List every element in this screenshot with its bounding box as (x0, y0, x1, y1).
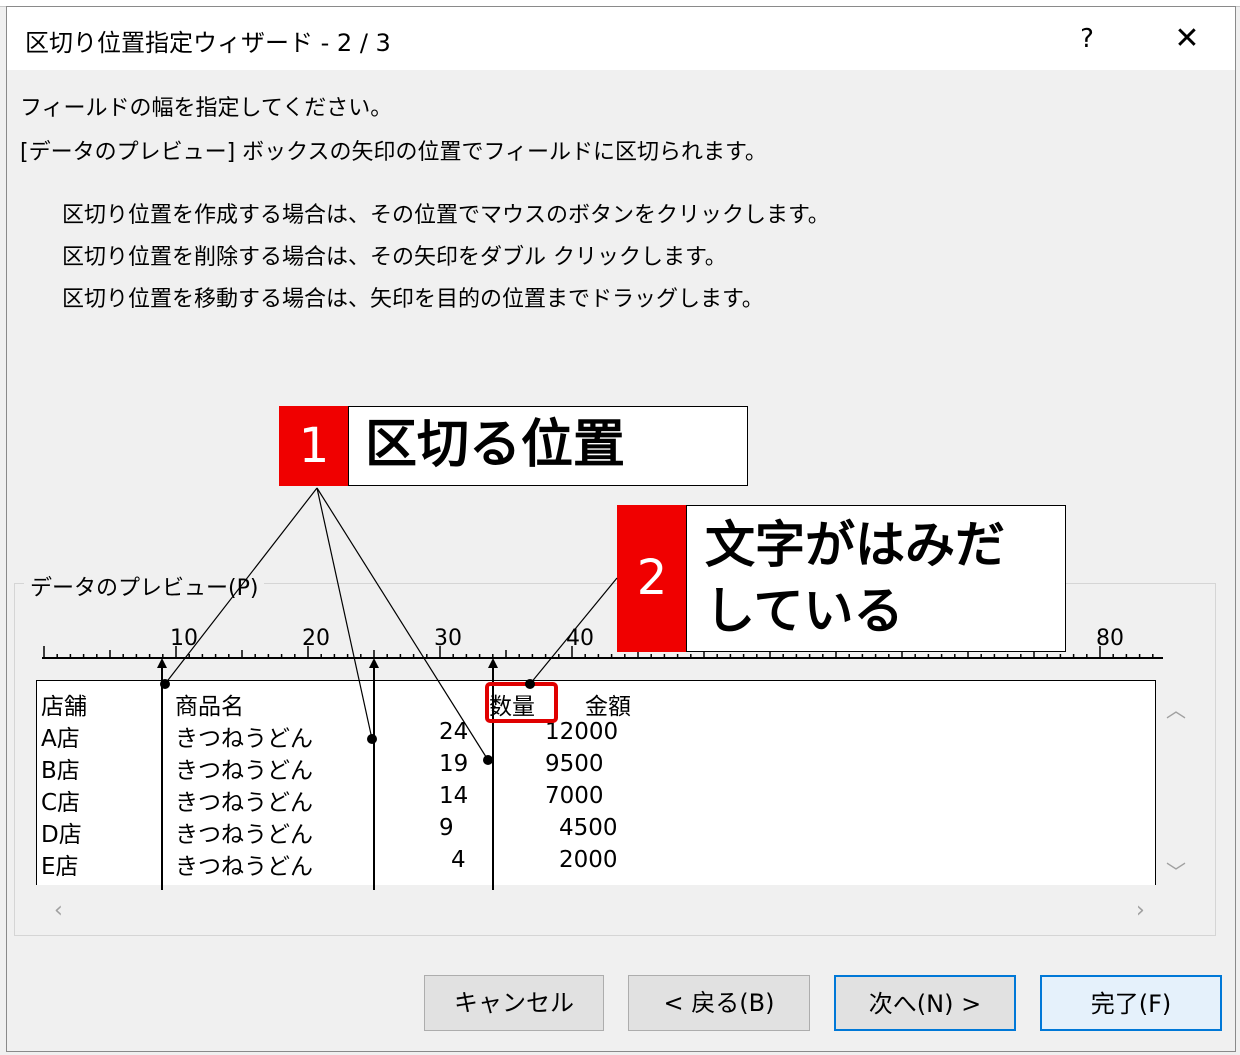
callout-leader-lines (160, 487, 618, 765)
